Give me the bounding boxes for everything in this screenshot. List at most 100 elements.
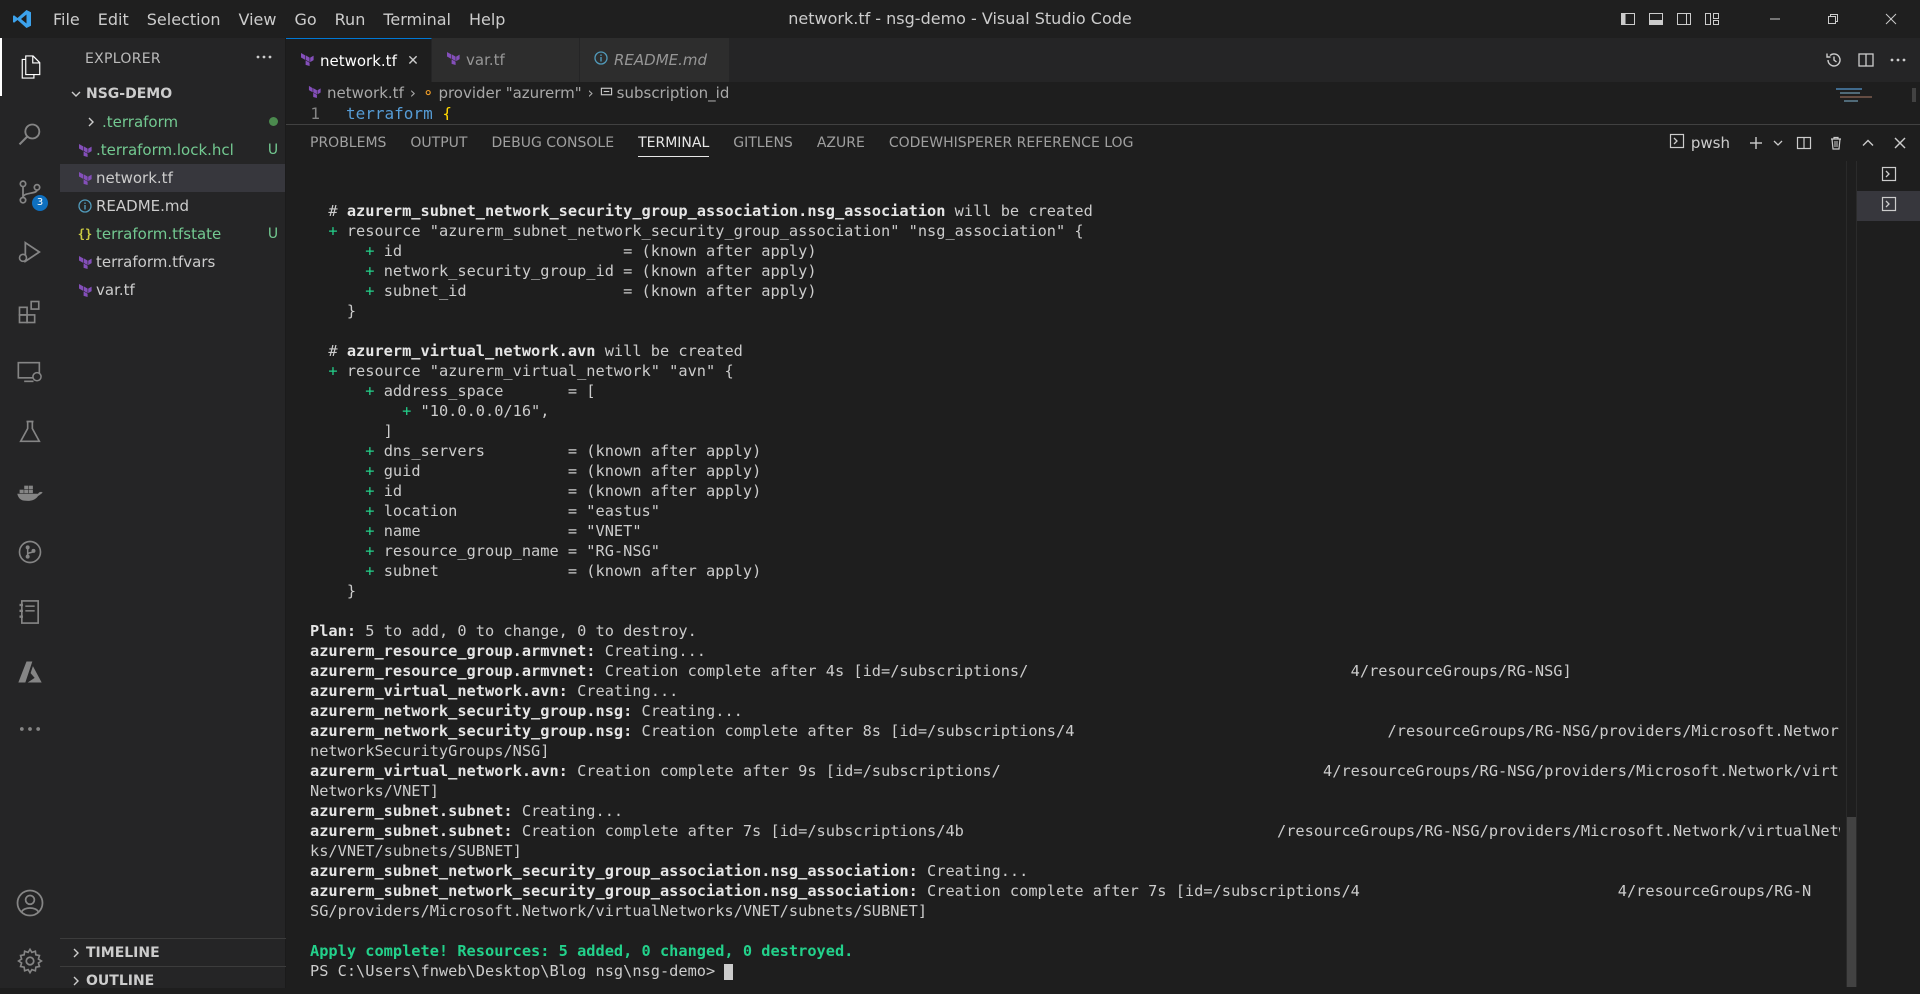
terminal-line: }	[310, 302, 357, 320]
tree-item-terraform-folder[interactable]: .terraform	[60, 108, 285, 136]
terminal-line: ]	[310, 422, 393, 440]
tab-label: network.tf	[320, 51, 397, 70]
new-terminal-plus-icon[interactable]	[1744, 125, 1768, 161]
maximize-panel-icon[interactable]	[1852, 125, 1884, 161]
menu-edit[interactable]: Edit	[89, 10, 138, 29]
tab-azure[interactable]: AZURE	[805, 125, 877, 161]
toggle-secondary-sidebar-icon[interactable]	[1670, 0, 1698, 38]
terminal-line: azurerm_network_security_group.nsg: Crea…	[310, 722, 1840, 740]
toggle-primary-sidebar-icon[interactable]	[1614, 0, 1642, 38]
breadcrumb: network.tf › ⚬ provider "azurerm" › subs…	[286, 82, 1920, 104]
terminal-instance-1[interactable]	[1857, 161, 1920, 191]
notebook-icon[interactable]	[0, 583, 60, 641]
tree-item-terraform-lock[interactable]: .terraform.lock.hcl U	[60, 136, 285, 164]
breadcrumb-symbol[interactable]: subscription_id	[617, 84, 730, 102]
run-debug-icon[interactable]	[0, 223, 60, 281]
terraform-file-icon	[74, 283, 96, 297]
files-icon[interactable]	[0, 38, 60, 96]
terraform-file-icon	[308, 84, 321, 102]
file-name: README.md	[96, 197, 190, 215]
terminal-line: networkSecurityGroups/NSG]	[310, 742, 550, 760]
split-terminal-icon[interactable]	[1788, 125, 1820, 161]
line-number: 1	[310, 104, 320, 120]
terminal-line: + address_space = [	[365, 382, 596, 400]
terminal-shell-selector[interactable]: pwsh	[1669, 133, 1738, 153]
tab-debug-console[interactable]: DEBUG CONSOLE	[479, 125, 626, 161]
timeline-history-icon[interactable]	[1818, 38, 1850, 82]
breadcrumb-provider[interactable]: provider "azurerm"	[438, 84, 581, 102]
terraform-file-icon	[446, 51, 460, 69]
menu-selection[interactable]: Selection	[138, 10, 230, 29]
tree-item-tfvars[interactable]: terraform.tfvars	[60, 248, 285, 276]
menu-help[interactable]: Help	[460, 10, 514, 29]
info-icon	[594, 51, 608, 69]
tab-output[interactable]: OUTPUT	[398, 125, 479, 161]
more-actions-icon[interactable]	[1882, 38, 1914, 82]
tree-item-tfstate[interactable]: {} terraform.tfstate U	[60, 220, 285, 248]
terminal-line: + subnet = (known after apply)	[365, 562, 762, 580]
gear-icon[interactable]	[0, 932, 60, 990]
timeline-section[interactable]: TIMELINE	[60, 938, 286, 966]
menu-view[interactable]: View	[230, 10, 286, 29]
toggle-panel-icon[interactable]	[1642, 0, 1670, 38]
extensions-icon[interactable]	[0, 283, 60, 341]
split-editor-icon[interactable]	[1850, 38, 1882, 82]
search-icon[interactable]	[0, 106, 60, 164]
flask-icon[interactable]	[0, 403, 60, 461]
close-window-icon[interactable]	[1862, 0, 1920, 38]
terminal-line: azurerm_subnet_network_security_group_as…	[310, 862, 1029, 880]
menu-terminal[interactable]: Terminal	[374, 10, 460, 29]
tree-item-readme[interactable]: README.md	[60, 192, 285, 220]
terminal-instance-2[interactable]	[1857, 191, 1920, 221]
terraform-file-icon	[74, 171, 96, 185]
account-icon[interactable]	[0, 874, 60, 932]
remote-explorer-icon[interactable]	[0, 343, 60, 401]
breadcrumb-file[interactable]: network.tf	[327, 84, 404, 102]
folder-section-nsg-demo[interactable]: NSG-DEMO	[60, 80, 285, 108]
tree-item-network-tf[interactable]: network.tf	[60, 164, 285, 192]
terminal-line: Apply complete! Resources: 5 added, 0 ch…	[310, 942, 854, 960]
tab-readme[interactable]: README.md	[580, 38, 730, 82]
more-icon[interactable]	[0, 700, 60, 758]
tab-terminal[interactable]: TERMINAL	[626, 125, 721, 161]
tab-codewhisperer-reference-log[interactable]: CODEWHISPERER REFERENCE LOG	[877, 125, 1146, 161]
terminal-output[interactable]: # azurerm_subnet_network_security_group_…	[310, 161, 1840, 987]
close-icon[interactable]: ✕	[407, 53, 419, 69]
terminal-line: # azurerm_subnet_network_security_group_…	[310, 202, 1093, 220]
terminal-line: azurerm_resource_group.armvnet: Creating…	[310, 642, 707, 660]
tab-var-tf[interactable]: var.tf	[432, 38, 580, 82]
close-panel-icon[interactable]	[1884, 125, 1916, 161]
trash-icon[interactable]	[1820, 125, 1852, 161]
menu-file[interactable]: File	[44, 10, 89, 29]
outline-section[interactable]: OUTLINE	[60, 966, 286, 994]
tab-gitlens[interactable]: GITLENS	[721, 125, 805, 161]
docker-icon[interactable]	[0, 463, 60, 521]
editor-actions	[1818, 38, 1920, 82]
tab-network-tf[interactable]: network.tf ✕	[286, 38, 432, 82]
tab-problems[interactable]: PROBLEMS	[298, 125, 398, 161]
file-name: network.tf	[96, 169, 173, 187]
menu-run[interactable]: Run	[326, 10, 375, 29]
menu-go[interactable]: Go	[285, 10, 325, 29]
chevron-right-icon	[66, 947, 86, 959]
chevron-down-icon[interactable]	[1768, 125, 1788, 161]
terminal-scrollbar[interactable]	[1846, 161, 1857, 987]
explorer-more-icon[interactable]	[255, 48, 273, 70]
terminal-line: + id = (known after apply)	[365, 482, 762, 500]
editor-tabs: network.tf ✕ var.tf README.md	[286, 38, 1920, 82]
file-name: .terraform.lock.hcl	[96, 141, 234, 159]
code-editor[interactable]: 1 terraform {	[286, 104, 1920, 120]
tree-item-var-tf[interactable]: var.tf	[60, 276, 285, 304]
azure-icon[interactable]	[0, 643, 60, 701]
folder-name: NSG-DEMO	[86, 86, 173, 102]
minimap[interactable]	[1836, 88, 1916, 128]
minimize-icon[interactable]	[1746, 0, 1804, 38]
source-control-icon[interactable]: 3	[0, 163, 60, 221]
customize-layout-icon[interactable]	[1698, 0, 1726, 38]
restore-icon[interactable]	[1804, 0, 1862, 38]
json-file-icon: {}	[77, 227, 93, 241]
gitlens-icon[interactable]	[0, 523, 60, 581]
